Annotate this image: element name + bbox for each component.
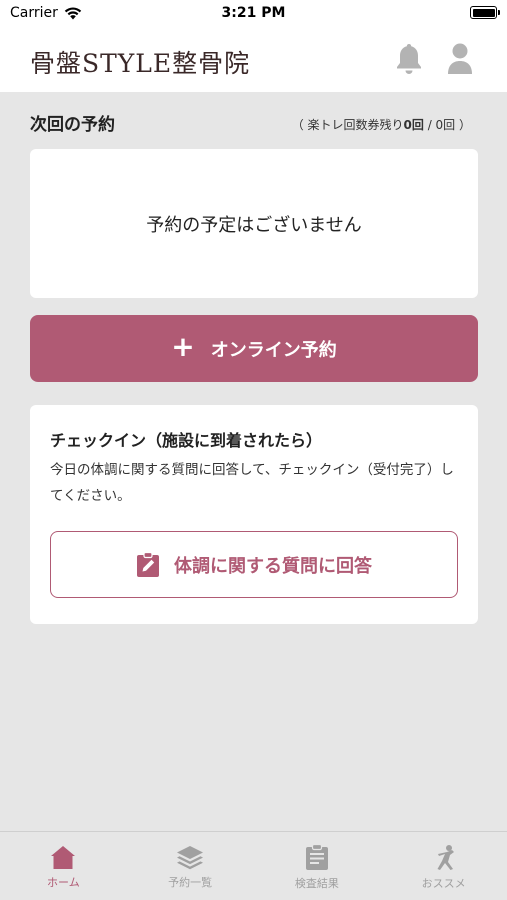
battery-indicator bbox=[470, 6, 500, 19]
ticket-prefix: （ 楽トレ回数券残り bbox=[291, 118, 404, 132]
health-questionnaire-label: 体調に関する質問に回答 bbox=[174, 555, 372, 577]
ticket-remaining: 0回 bbox=[403, 118, 424, 132]
tab-recommend-label: おススメ bbox=[421, 877, 466, 890]
status-bar: Carrier 3:21 PM bbox=[0, 0, 507, 28]
online-reservation-label: オンライン予約 bbox=[210, 339, 337, 361]
ticket-suffix: / 0回 ） bbox=[423, 118, 471, 132]
tab-recommend[interactable]: おススメ bbox=[380, 832, 507, 900]
checkin-description: 今日の体調に関する質問に回答して、チェックイン（受付完了）してください。 bbox=[50, 462, 454, 504]
stretch-icon bbox=[437, 845, 454, 870]
status-time: 3:21 PM bbox=[221, 5, 286, 21]
checkin-title: チェックイン（施設に到着されたら） bbox=[50, 431, 323, 450]
tab-home-label: ホーム bbox=[47, 876, 80, 889]
tab-results[interactable]: 検査結果 bbox=[254, 832, 381, 900]
reservation-card: 予約の予定はございません bbox=[30, 149, 478, 298]
account-icon[interactable] bbox=[446, 42, 474, 76]
health-questionnaire-button[interactable]: 体調に関する質問に回答 bbox=[50, 531, 458, 598]
tab-results-label: 検査結果 bbox=[294, 877, 339, 890]
online-reservation-button[interactable]: + オンライン予約 bbox=[30, 315, 478, 382]
app-header: 骨盤STYLE整骨院 bbox=[0, 28, 507, 92]
tab-bar: ホーム 予約一覧 検査結果 おススメ bbox=[0, 831, 507, 900]
plus-icon: + bbox=[171, 330, 195, 363]
home-icon bbox=[51, 846, 76, 869]
ticket-balance: （ 楽トレ回数券残り0回 / 0回 ） bbox=[292, 116, 471, 133]
clipboard-icon bbox=[305, 844, 328, 870]
checkin-card: チェックイン（施設に到着されたら） 今日の体調に関する質問に回答して、チェックイ… bbox=[30, 405, 478, 624]
tab-reservations[interactable]: 予約一覧 bbox=[127, 832, 254, 900]
tab-home[interactable]: ホーム bbox=[0, 832, 127, 900]
tab-reservations-label: 予約一覧 bbox=[168, 876, 213, 889]
next-reservation-title: 次回の予約 bbox=[30, 115, 115, 135]
edit-clipboard-icon bbox=[137, 551, 159, 577]
no-reservation-message: 予約の予定はございません bbox=[146, 214, 362, 236]
layers-icon bbox=[177, 846, 204, 870]
battery-icon bbox=[470, 6, 500, 19]
bell-icon[interactable] bbox=[395, 42, 423, 76]
brand-title: 骨盤STYLE整骨院 bbox=[30, 49, 251, 78]
